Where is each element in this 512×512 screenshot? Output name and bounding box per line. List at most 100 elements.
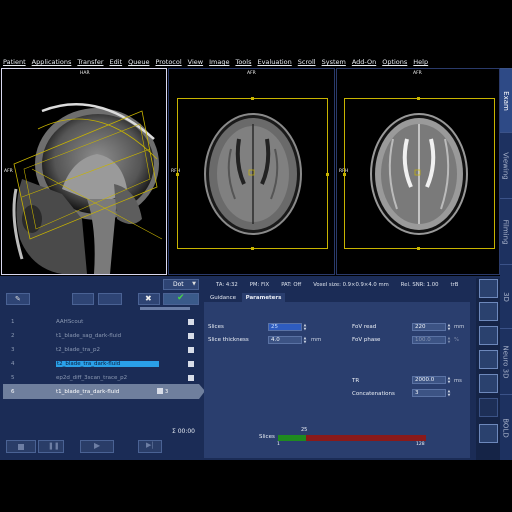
pen-icon: ✎ [15, 295, 21, 303]
tr-unit: ms [454, 378, 462, 384]
menu-help[interactable]: Help [413, 58, 428, 66]
pause-button[interactable]: ❚❚ [38, 440, 64, 453]
checkbox[interactable] [188, 333, 194, 339]
axial-flair-image [204, 113, 302, 235]
slice-thickness-label: Slice thickness [208, 337, 249, 343]
menu-image[interactable]: Image [209, 58, 229, 66]
menu-transfer[interactable]: Transfer [77, 58, 103, 66]
tab-parameters[interactable]: Parameters [242, 293, 285, 302]
edit-pen-button[interactable]: ✎ [6, 293, 30, 305]
status-pm: PM: FIX [249, 282, 270, 288]
skip-button[interactable]: ▶| [138, 440, 162, 453]
tool-column [476, 278, 500, 460]
stop-icon [18, 444, 24, 450]
queue-row-active[interactable]: 6 t1_blade_tra_dark-fluid 3 [3, 384, 199, 399]
close-icon: ✖ [145, 294, 152, 303]
slider-min: 1 [277, 442, 280, 447]
fov-phase-label: FoV phase [352, 337, 381, 343]
checkbox[interactable] [157, 388, 163, 394]
menu-protocol[interactable]: Protocol [155, 58, 181, 66]
checkbox[interactable] [188, 375, 194, 381]
slider-fill [278, 435, 307, 441]
queue-column-header [140, 307, 190, 310]
slider-track[interactable] [278, 435, 426, 441]
checkbox[interactable] [188, 361, 194, 367]
fov-read-field[interactable]: 220 [412, 323, 446, 331]
menu-system[interactable]: System [322, 58, 346, 66]
total-time: Σ 00:00 [172, 428, 195, 435]
menu-scroll[interactable]: Scroll [298, 58, 316, 66]
layout-icon[interactable] [479, 302, 498, 321]
queue-row[interactable]: 3 t2_blade_tra_p2 [3, 343, 200, 357]
tab-bold[interactable]: BOLD [500, 394, 512, 460]
slices-field[interactable]: 25 [268, 323, 302, 331]
volume-slider-icon[interactable] [479, 398, 498, 417]
slices-stepper[interactable]: ▲ ▼ [303, 323, 307, 331]
play-icon: ▶ [94, 441, 101, 450]
tr-stepper[interactable]: ▲ ▼ [447, 376, 451, 384]
menu-tools[interactable]: Tools [235, 58, 251, 66]
tab-neuro-3d[interactable]: Neuro 3D [500, 328, 512, 394]
tr-field[interactable]: 2000.0 [412, 376, 446, 384]
delete-button[interactable]: ✖ [138, 293, 160, 305]
checkbox[interactable] [188, 319, 194, 325]
menu-bar: Patient Applications Transfer Edit Queue… [0, 57, 512, 67]
menu-evaluation[interactable]: Evaluation [257, 58, 291, 66]
fov-read-label: FoV read [352, 324, 377, 330]
tab-guidance[interactable]: Guidance [205, 293, 241, 302]
viewport-axial-1[interactable]: AFR RFH [168, 68, 335, 275]
tab-3d[interactable]: 3D [500, 264, 512, 328]
play-button[interactable]: ▶ [80, 440, 114, 453]
skip-icon: ▶| [146, 441, 154, 449]
menu-edit[interactable]: Edit [110, 58, 123, 66]
tab-exam[interactable]: Exam [500, 68, 512, 132]
viewport-axial-2[interactable]: AFR RFH [336, 68, 500, 275]
menu-view[interactable]: View [188, 58, 203, 66]
slices-label: Slices [208, 324, 224, 330]
slider-label: Slices [259, 434, 275, 440]
tab-viewing[interactable]: Viewing [500, 132, 512, 198]
scan-icon[interactable] [479, 279, 498, 298]
status-snr: Rel. SNR: 1.00 [400, 282, 439, 288]
fov-phase-field[interactable]: 100.0 [412, 336, 446, 344]
queue-row-selected[interactable]: 4 t2_blade_tra_dark-fluid [3, 357, 200, 371]
pause-icon: ❚❚ [48, 442, 60, 450]
concatenations-field[interactable]: 3 [412, 389, 446, 397]
menu-options[interactable]: Options [382, 58, 407, 66]
tab-filming[interactable]: Filming [500, 198, 512, 264]
concatenations-label: Concatenations [352, 391, 395, 397]
parameters-panel: Slices 25 ▲ ▼ Slice thickness 4.0 ▲ ▼ mm F… [204, 302, 470, 458]
dot-dropdown[interactable]: Dot ▼ [163, 279, 199, 290]
concatenations-stepper[interactable]: ▲ ▼ [447, 389, 451, 397]
chevron-down-icon: ▼ [192, 281, 196, 287]
slice-thickness-field[interactable]: 4.0 [268, 336, 302, 344]
stop-button[interactable] [6, 440, 36, 453]
fov-phase-stepper[interactable]: ▲ ▼ [447, 336, 451, 344]
queue-row[interactable]: 2 t1_blade_sag_dark-fluid [3, 329, 200, 343]
menu-patient[interactable]: Patient [3, 58, 26, 66]
queue-row[interactable]: 5 ep2d_diff_3scan_trace_p2 [3, 371, 200, 385]
chart-icon[interactable] [479, 350, 498, 369]
menu-applications[interactable]: Applications [32, 58, 72, 66]
menu-queue[interactable]: Queue [128, 58, 149, 66]
queue-row[interactable]: 1 AAHScout [3, 315, 200, 329]
fov-read-unit: mm [454, 324, 465, 330]
graphics-icon[interactable] [479, 326, 498, 345]
zoom-icon[interactable] [479, 424, 498, 443]
status-ta: TA: 4:32 [216, 282, 238, 288]
fov-read-stepper[interactable]: ▲ ▼ [447, 323, 451, 331]
image-icon[interactable] [479, 374, 498, 393]
status-seq: trB [450, 282, 459, 288]
queue-row-count: 3 [165, 388, 169, 395]
viewport-sagittal[interactable]: HAR AFR [1, 68, 167, 275]
checkbox[interactable] [188, 347, 194, 353]
slice-thickness-stepper[interactable]: ▲ ▼ [303, 336, 307, 344]
apply-button[interactable]: ✔ [163, 293, 199, 305]
right-tab-bar: Exam Viewing Filming 3D Neuro 3D BOLD [500, 68, 512, 460]
paste-button[interactable] [98, 293, 122, 305]
slider-max: 128 [416, 442, 425, 447]
slice-thickness-unit: mm [311, 337, 322, 343]
copy-button[interactable] [72, 293, 94, 305]
slider-value: 25 [301, 427, 308, 433]
menu-add-on[interactable]: Add-On [352, 58, 376, 66]
